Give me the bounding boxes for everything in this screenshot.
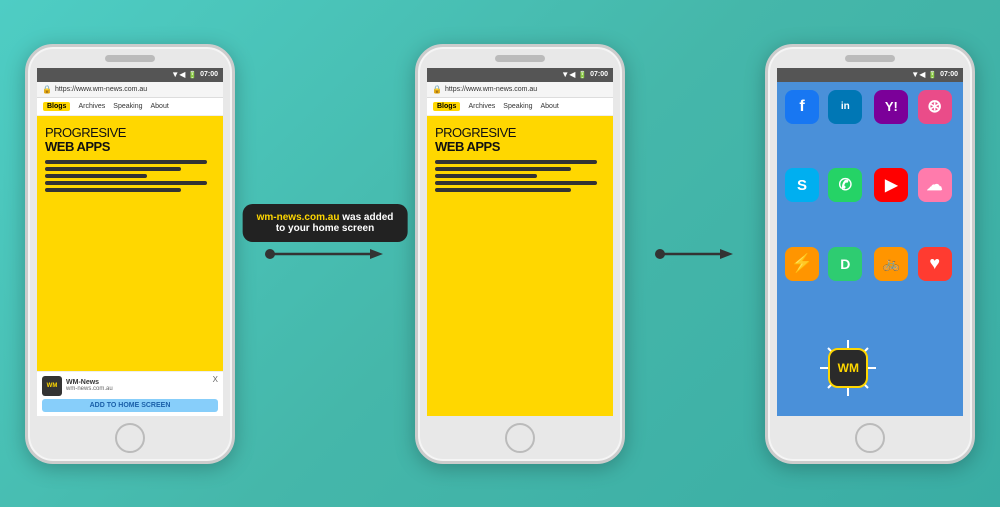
banner-site-url: wm-news.com.au <box>66 386 113 392</box>
phone-1-nav: Blogs Archives Speaking About <box>37 98 223 116</box>
phone-1-content: PROGRESIVE WEB APPS <box>37 116 223 371</box>
phone-2-nav: Blogs Archives Speaking About <box>427 98 613 116</box>
lock-icon: 🔒 <box>42 85 52 94</box>
nav-archives[interactable]: Archives <box>78 103 105 110</box>
app-linkedin[interactable]: in <box>828 90 862 124</box>
phone-2-speaker <box>495 55 545 62</box>
banner-row: WM WM-News wm-news.com.au <box>42 376 218 396</box>
phone-3-bottom <box>855 416 885 461</box>
phone-1-time: 07:00 <box>200 71 218 78</box>
phone-2-url: https://www.wm-news.com.au <box>445 86 537 93</box>
app-yahoo[interactable]: Y! <box>874 90 908 124</box>
phone-2-time: 07:00 <box>590 71 608 78</box>
app-heart[interactable]: ♥ <box>918 247 952 281</box>
banner-close-button[interactable]: X <box>213 375 218 384</box>
notification-was-added: was added <box>339 212 393 223</box>
add-to-home-banner: X WM WM-News wm-news.com.au ADD TO HOME … <box>37 371 223 416</box>
signal-icon-2: ▼◀ <box>561 70 575 79</box>
home-button-1[interactable] <box>115 423 145 453</box>
phone-1-url-bar: 🔒 https://www.wm-news.com.au <box>37 82 223 98</box>
nav-about[interactable]: About <box>151 103 169 110</box>
content-line <box>45 174 147 178</box>
content-line <box>45 160 207 164</box>
app-dribbble[interactable]: ⊛ <box>918 90 952 124</box>
app-bolt[interactable]: ⚡ <box>785 247 819 281</box>
content-line <box>435 181 597 185</box>
wm-logo-small: WM <box>42 376 62 396</box>
content-lines-1 <box>45 160 215 192</box>
phone-2: ▼◀ 🔋 07:00 🔒 https://www.wm-news.com.au … <box>415 44 625 464</box>
battery-icon: 🔋 <box>188 71 197 79</box>
signal-icon: ▼◀ <box>171 70 185 79</box>
phone-1-status-bar: ▼◀ 🔋 07:00 <box>37 68 223 82</box>
arrow-svg-1 <box>265 239 385 269</box>
pwa-title-2: PROGRESIVE WEB APPS <box>435 126 605 155</box>
phone-1-speaker <box>105 55 155 62</box>
phone-3: ▼◀ 🔋 07:00 f in Y! ⊛ S ✆ ▶ ☁ ⚡ D 🚲 ♥ <box>765 44 975 464</box>
nav-about-2[interactable]: About <box>541 103 559 110</box>
signal-icon-3: ▼◀ <box>911 70 925 79</box>
phone-3-status-bar: ▼◀ 🔋 07:00 <box>777 68 963 82</box>
battery-icon-2: 🔋 <box>578 71 587 79</box>
pwa-title-1: PROGRESIVE WEB APPS <box>45 126 215 155</box>
pwa-line1-2: PROGRESIVE <box>435 125 516 140</box>
phone-2-screen: ▼◀ 🔋 07:00 🔒 https://www.wm-news.com.au … <box>427 68 613 416</box>
wm-featured-cell: WM <box>828 329 868 408</box>
notification-site: wm-news.com.au <box>257 212 340 223</box>
nav-speaking[interactable]: Speaking <box>113 103 142 110</box>
phone-2-content: PROGRESIVE WEB APPS <box>427 116 613 416</box>
banner-info: WM-News wm-news.com.au <box>66 379 113 392</box>
banner-site-name: WM-News <box>66 379 113 386</box>
app-skype[interactable]: S <box>785 168 819 202</box>
home-button-2[interactable] <box>505 423 535 453</box>
phone-1-url: https://www.wm-news.com.au <box>55 86 147 93</box>
content-line <box>45 181 207 185</box>
phone-3-time: 07:00 <box>940 71 958 78</box>
connector-2 <box>655 44 735 464</box>
phone-1-screen: ▼◀ 🔋 07:00 🔒 https://www.wm-news.com.au … <box>37 68 223 416</box>
app-cloud[interactable]: ☁ <box>918 168 952 202</box>
phone-2-bottom <box>505 416 535 461</box>
content-line <box>435 188 571 192</box>
main-scene: ▼◀ 🔋 07:00 🔒 https://www.wm-news.com.au … <box>10 44 990 464</box>
battery-icon-3: 🔋 <box>928 71 937 79</box>
pwa-line2: WEB APPS <box>45 139 110 154</box>
nav-blogs[interactable]: Blogs <box>43 102 70 111</box>
phone-2-url-bar: 🔒 https://www.wm-news.com.au <box>427 82 613 98</box>
content-line <box>435 167 571 171</box>
phone-3-speaker <box>845 55 895 62</box>
phone-2-top <box>418 47 622 68</box>
content-lines-2 <box>435 160 605 192</box>
connector-1: wm-news.com.au was added to your home sc… <box>265 44 385 464</box>
phone-3-screen: ▼◀ 🔋 07:00 f in Y! ⊛ S ✆ ▶ ☁ ⚡ D 🚲 ♥ <box>777 68 963 416</box>
nav-speaking-2[interactable]: Speaking <box>503 103 532 110</box>
phone-1-top <box>28 47 232 68</box>
app-youtube[interactable]: ▶ <box>874 168 908 202</box>
phone-3-top <box>768 47 972 68</box>
lock-icon-2: 🔒 <box>432 85 442 94</box>
notification-to-home: to your home screen <box>276 223 374 234</box>
wm-label: WM <box>838 361 859 375</box>
phone-1-bottom <box>115 416 145 461</box>
nav-blogs-2[interactable]: Blogs <box>433 102 460 111</box>
nav-archives-2[interactable]: Archives <box>468 103 495 110</box>
pwa-line1: PROGRESIVE <box>45 125 126 140</box>
phone-2-status-bar: ▼◀ 🔋 07:00 <box>427 68 613 82</box>
content-line <box>435 174 537 178</box>
app-bike[interactable]: 🚲 <box>874 247 908 281</box>
content-line <box>45 188 181 192</box>
home-button-3[interactable] <box>855 423 885 453</box>
arrow-svg-2 <box>655 239 735 269</box>
add-to-home-button[interactable]: ADD TO HOME SCREEN <box>42 399 218 412</box>
notification-bubble: wm-news.com.au was added to your home sc… <box>243 204 408 242</box>
app-whatsapp[interactable]: ✆ <box>828 168 862 202</box>
app-d[interactable]: D <box>828 247 862 281</box>
wm-app-icon[interactable]: WM <box>828 348 868 388</box>
content-line <box>45 167 181 171</box>
app-grid: f in Y! ⊛ S ✆ ▶ ☁ ⚡ D 🚲 ♥ <box>777 82 963 416</box>
content-line <box>435 160 597 164</box>
app-facebook[interactable]: f <box>785 90 819 124</box>
phone-1: ▼◀ 🔋 07:00 🔒 https://www.wm-news.com.au … <box>25 44 235 464</box>
pwa-line2-2: WEB APPS <box>435 139 500 154</box>
